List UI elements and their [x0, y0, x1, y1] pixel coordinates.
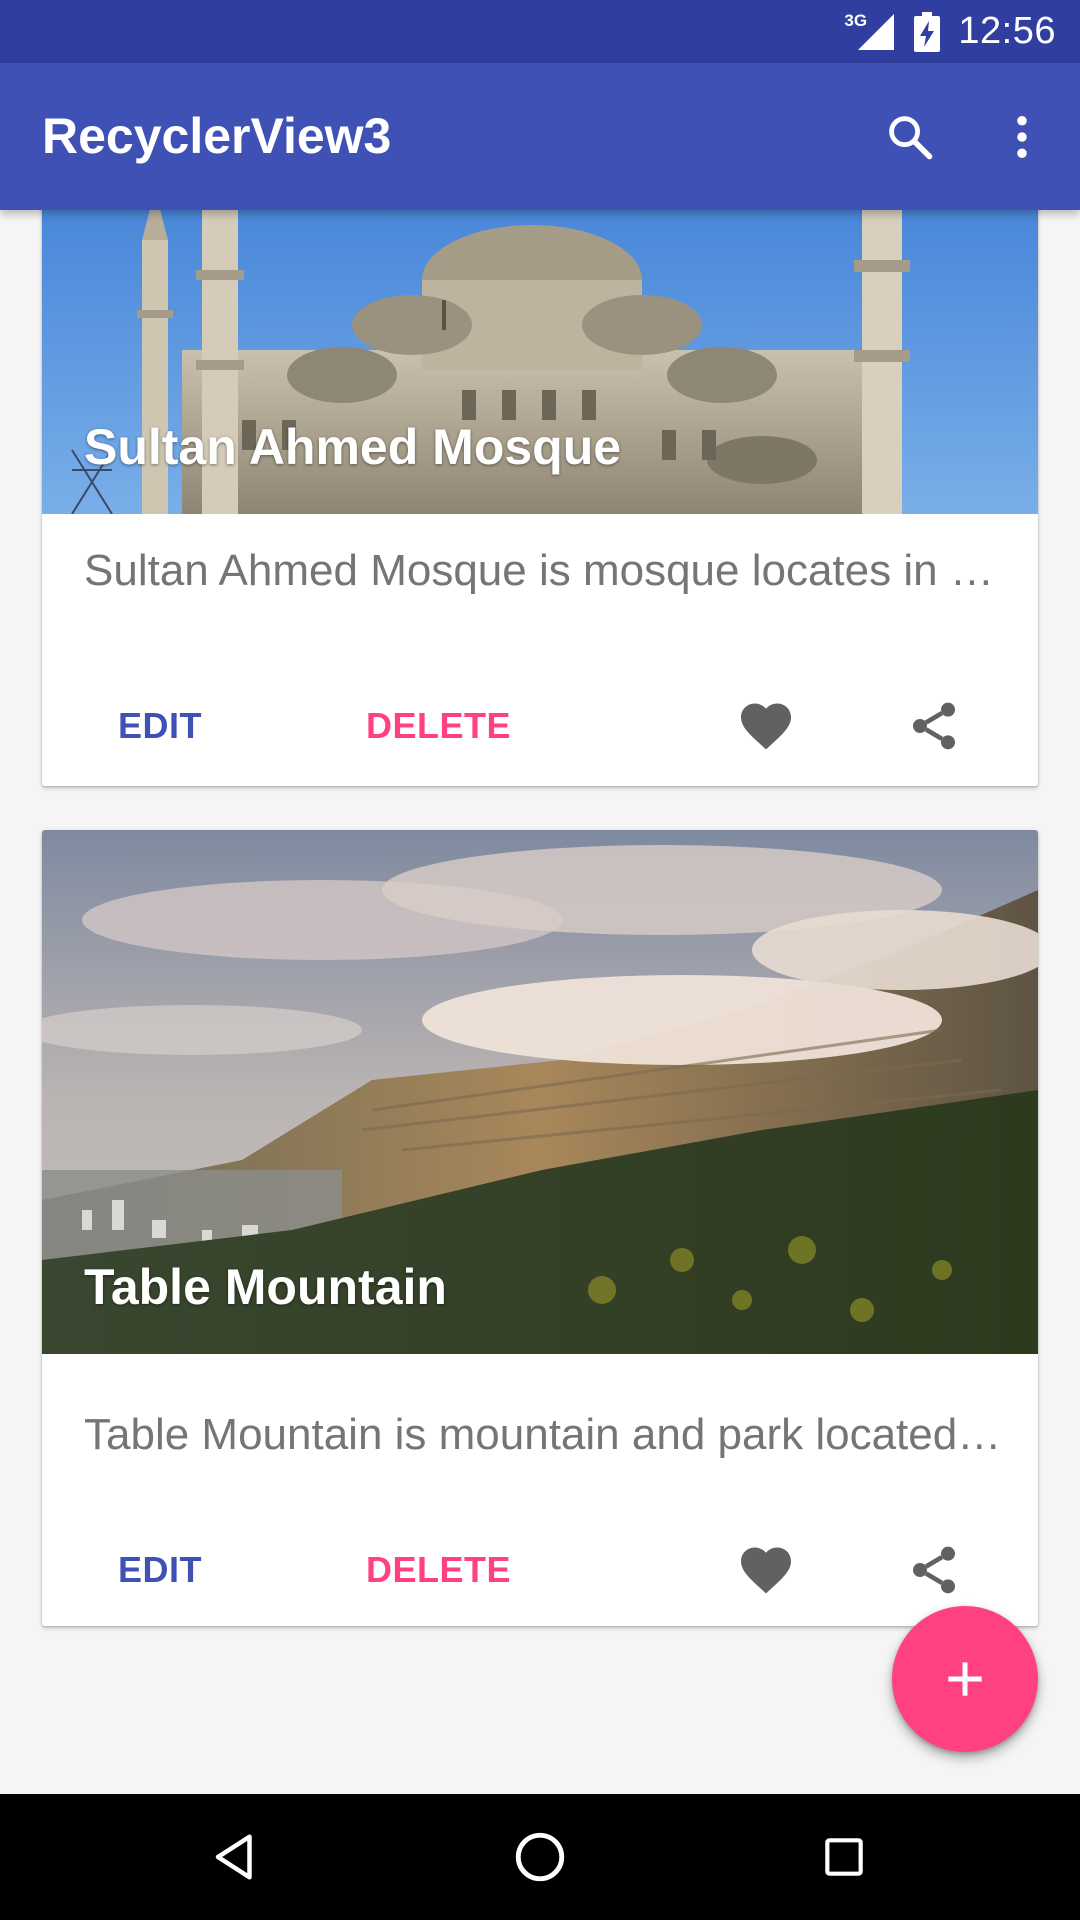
edit-button[interactable]: EDIT — [82, 676, 238, 776]
card-description: Table Mountain is mountain and park loca… — [84, 1410, 1004, 1459]
favorite-button[interactable] — [730, 1534, 802, 1606]
recycler-list[interactable]: Sultan Ahmed Mosque Sultan Ahmed Mosque … — [0, 210, 1080, 1794]
add-icon — [948, 1662, 982, 1696]
edit-button[interactable]: EDIT — [82, 1520, 238, 1620]
place-card: Table Mountain Table Mountain is mountai… — [42, 830, 1038, 1626]
cell-signal: 3G — [844, 12, 896, 52]
share-icon — [913, 1546, 955, 1594]
heart-icon — [741, 703, 791, 750]
app-bar: RecyclerView3 — [0, 63, 1080, 210]
share-button[interactable] — [898, 1534, 970, 1606]
place-card: Sultan Ahmed Mosque Sultan Ahmed Mosque … — [42, 210, 1038, 786]
app-title: RecyclerView3 — [42, 108, 392, 164]
screen: 3G 12:56 RecyclerView3 Sultan Ahmed Mosq… — [0, 0, 1080, 1920]
card-description: Sultan Ahmed Mosque is mosque locates in… — [84, 546, 1004, 595]
favorite-button[interactable] — [730, 690, 802, 762]
card-title: Sultan Ahmed Mosque — [84, 419, 622, 475]
card-actions: EDIT DELETE — [42, 1520, 1038, 1620]
status-icons: 3G 12:56 — [844, 0, 1056, 63]
search-icon — [889, 116, 933, 160]
card-image-mosque: Sultan Ahmed Mosque — [42, 210, 1038, 514]
card-actions: EDIT DELETE — [42, 676, 1038, 776]
more-vert-icon — [1017, 115, 1027, 159]
heart-icon — [741, 1547, 791, 1594]
share-icon — [913, 702, 955, 750]
back-icon — [215, 1834, 252, 1880]
card-image-mountain: Table Mountain — [42, 830, 1038, 1354]
recents-button[interactable] — [799, 1812, 889, 1902]
recents-icon — [825, 1838, 863, 1876]
signal-icon — [858, 13, 895, 50]
home-icon — [515, 1832, 565, 1882]
back-button[interactable] — [191, 1812, 281, 1902]
battery-charging-icon — [914, 11, 941, 52]
home-button[interactable] — [495, 1812, 585, 1902]
clock: 12:56 — [958, 10, 1056, 52]
add-fab-button[interactable] — [892, 1606, 1038, 1752]
delete-button[interactable]: DELETE — [330, 1520, 547, 1620]
search-button[interactable] — [874, 101, 946, 173]
share-button[interactable] — [898, 690, 970, 762]
card-title: Table Mountain — [84, 1259, 447, 1315]
delete-button[interactable]: DELETE — [330, 676, 547, 776]
navigation-bar — [0, 1794, 1080, 1920]
status-bar: 3G 12:56 — [0, 0, 1080, 63]
overflow-menu-button[interactable] — [986, 101, 1058, 173]
